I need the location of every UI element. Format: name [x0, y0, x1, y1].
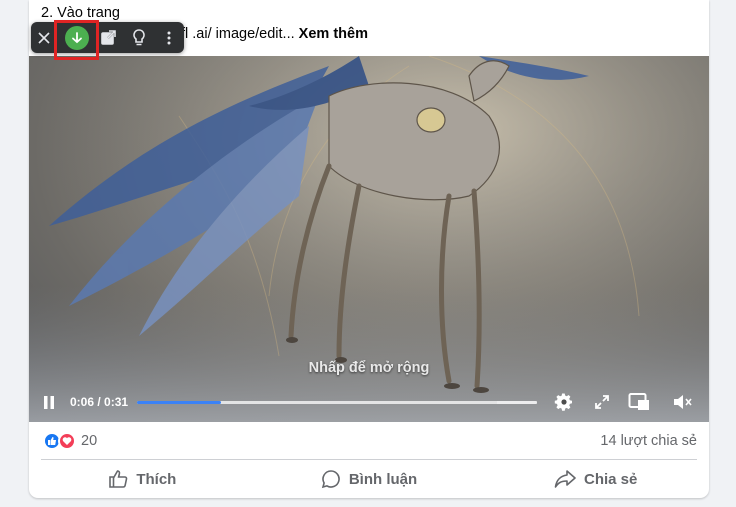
post-stats-bar: 20 14 lượt chia sẻ [41, 422, 697, 460]
progress-played [137, 401, 221, 404]
comment-bubble-icon [321, 470, 340, 489]
video-time: 0:06 / 0:31 [70, 395, 129, 409]
comment-button[interactable]: Bình luận [256, 461, 483, 497]
post-text-link-fragment: fl .ai/ image/edit... [181, 26, 299, 42]
pause-icon[interactable] [35, 388, 63, 416]
thumbs-up-icon [109, 470, 128, 488]
fullscreen-icon[interactable] [588, 388, 616, 416]
mute-speaker-icon[interactable] [669, 388, 697, 416]
video-progress-bar[interactable] [137, 401, 537, 404]
click-to-expand-label[interactable]: Nhấp để mở rộng [29, 360, 709, 376]
reaction-count: 20 [81, 433, 98, 449]
share-button[interactable]: Chia sẻ [482, 461, 709, 497]
reactions-summary[interactable]: 20 [43, 432, 97, 450]
share-arrow-icon [554, 470, 576, 488]
video-controls: 0:06 / 0:31 [29, 384, 709, 422]
close-icon[interactable] [31, 25, 56, 50]
picture-in-picture-icon[interactable] [625, 388, 653, 416]
settings-gear-icon[interactable] [550, 388, 578, 416]
share-count[interactable]: 14 lượt chia sẻ [600, 433, 697, 449]
post-text-line-2: fl .ai/ image/edit... Xem thêm [181, 26, 368, 42]
see-more-link[interactable]: Xem thêm [299, 26, 368, 42]
share-label: Chia sẻ [584, 470, 638, 488]
progress-unbuffered [497, 401, 537, 404]
love-reaction-icon [58, 432, 76, 450]
comment-label: Bình luận [348, 470, 418, 488]
post-card: 2. Vào trang fl .ai/ image/edit... Xem t… [29, 0, 709, 498]
video-player[interactable]: Nhấp để mở rộng 0:06 / 0:31 [29, 56, 709, 422]
more-options-icon[interactable] [156, 25, 181, 50]
like-button[interactable]: Thích [29, 461, 256, 497]
lightbulb-icon[interactable] [126, 25, 151, 50]
download-button-highlight [54, 20, 99, 60]
post-text-line-1: 2. Vào trang [41, 5, 120, 21]
like-label: Thích [136, 470, 177, 488]
post-actions: Thích Bình luận Chia sẻ [29, 461, 709, 497]
